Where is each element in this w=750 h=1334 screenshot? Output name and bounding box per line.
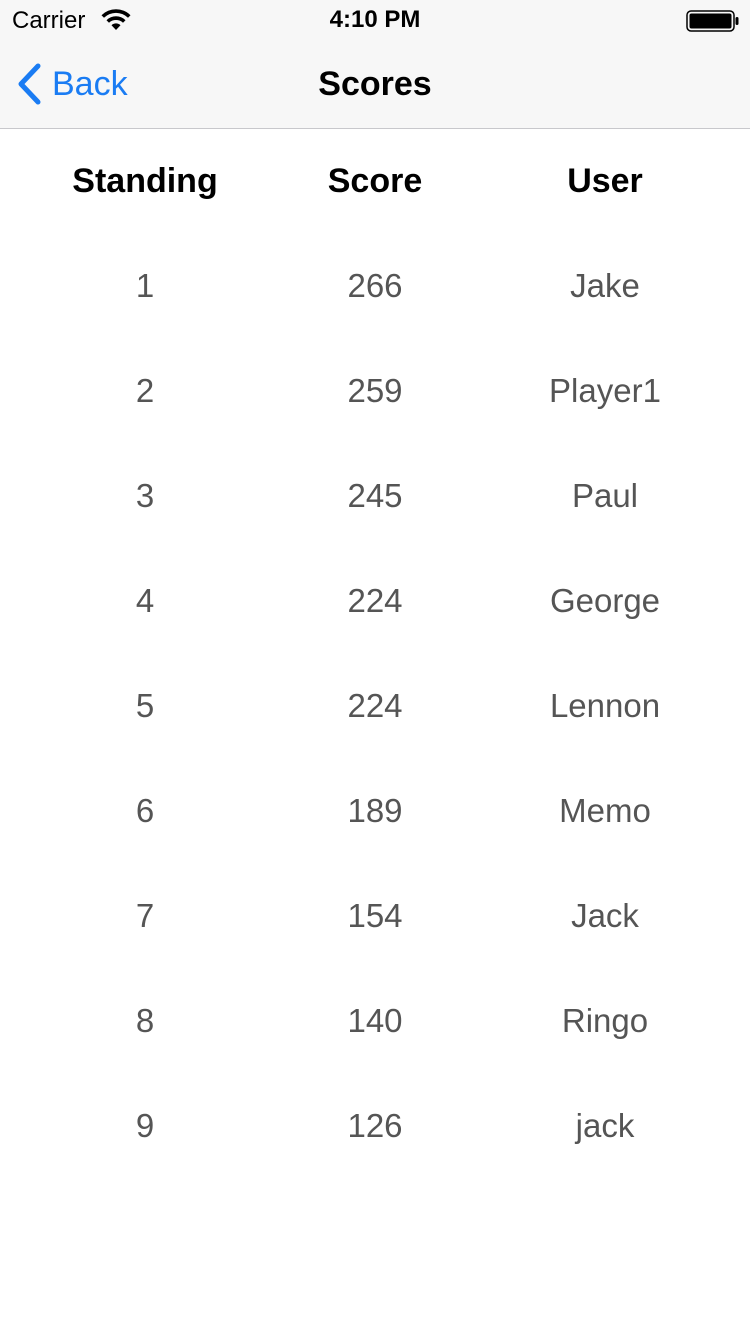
table-row: 6 189 Memo	[0, 787, 750, 892]
user-cell: Jake	[570, 267, 640, 304]
table-row: 9 126 jack	[0, 1102, 750, 1207]
score-cell: 245	[347, 477, 403, 514]
standing-cell: 4	[135, 582, 155, 619]
status-time: 4:10 PM	[329, 6, 421, 33]
standing-cell: 5	[135, 687, 155, 724]
table-header: Standing Score User	[0, 157, 750, 205]
score-cell: 224	[347, 582, 403, 619]
user-cell: Memo	[559, 792, 651, 829]
score-cell: 189	[347, 792, 403, 829]
user-cell: Lennon	[549, 687, 661, 724]
user-cell: jack	[575, 1107, 635, 1144]
navigation-bar: Back Scores	[0, 40, 750, 129]
score-cell: 140	[347, 1002, 403, 1039]
status-bar: Carrier 4:10 PM	[0, 0, 750, 40]
standing-cell: 1	[135, 267, 155, 304]
table-row: 8 140 Ringo	[0, 997, 750, 1102]
table-row: 7 154 Jack	[0, 892, 750, 997]
table-row: 2 259 Player1	[0, 367, 750, 472]
header-score: Score	[327, 162, 423, 200]
scores-list: 1 266 Jake 2 259 Player1 3 245 Paul 4 22…	[0, 262, 750, 1207]
user-cell: Player1	[549, 372, 661, 409]
score-cell: 266	[347, 267, 403, 304]
header-user: User	[567, 162, 643, 200]
table-row: 3 245 Paul	[0, 472, 750, 577]
user-cell: Jack	[571, 897, 639, 934]
score-cell: 126	[347, 1107, 403, 1144]
table-row: 1 266 Jake	[0, 262, 750, 367]
standing-cell: 9	[135, 1107, 155, 1144]
standing-cell: 2	[135, 372, 155, 409]
page-title: Scores	[318, 65, 432, 103]
battery-icon	[686, 10, 739, 32]
standing-cell: 3	[135, 477, 155, 514]
standing-cell: 8	[135, 1002, 155, 1039]
user-cell: Paul	[571, 477, 639, 514]
user-cell: George	[549, 582, 661, 619]
scores-screen: Carrier 4:10 PM Back Scores Standing Sco…	[0, 0, 750, 1334]
score-cell: 224	[347, 687, 403, 724]
user-cell: Ringo	[561, 1002, 649, 1039]
header-standing: Standing	[72, 162, 218, 200]
score-cell: 259	[347, 372, 403, 409]
table-row: 5 224 Lennon	[0, 682, 750, 787]
table-row: 4 224 George	[0, 577, 750, 682]
score-cell: 154	[347, 897, 403, 934]
standing-cell: 7	[135, 897, 155, 934]
standing-cell: 6	[135, 792, 155, 829]
